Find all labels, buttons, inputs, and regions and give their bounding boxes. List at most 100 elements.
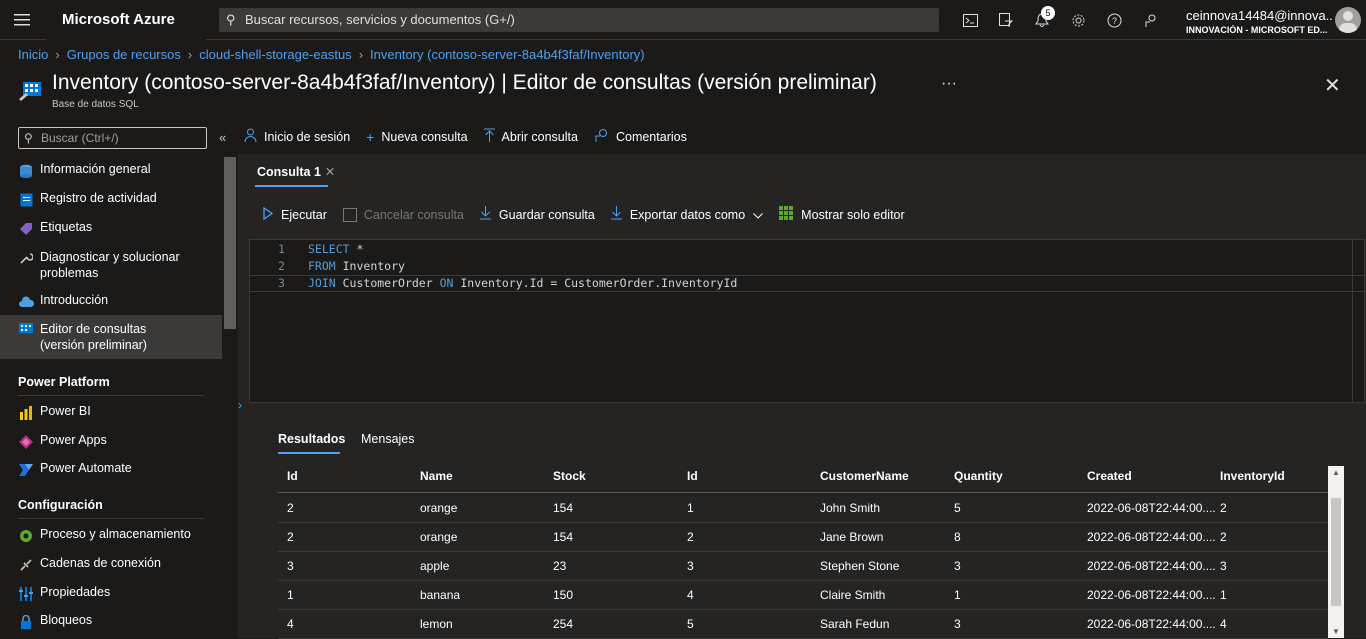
table-cell: 154 (553, 530, 574, 544)
scrollbar-thumb[interactable] (224, 157, 236, 329)
azure-brand[interactable]: Microsoft Azure (46, 0, 206, 40)
results-scrollbar[interactable]: ▲ ▼ (1328, 466, 1344, 638)
download-icon (479, 206, 491, 223)
plus-icon: + (366, 128, 375, 145)
sidebar-item-locks[interactable]: Bloqueos (0, 613, 222, 630)
column-header[interactable]: Id (687, 462, 698, 491)
new-query-button[interactable]: + Nueva consulta (366, 128, 467, 145)
breadcrumb-home[interactable]: Inicio (18, 47, 48, 62)
breadcrumb: Inicio › Grupos de recursos › cloud-shel… (18, 47, 645, 62)
open-query-button[interactable]: Abrir consulta (483, 128, 578, 145)
show-editor-only-button[interactable]: Mostrar solo editor (779, 206, 905, 223)
hamburger-menu-icon[interactable] (0, 0, 44, 40)
sidebar-item-diagnose[interactable]: Diagnosticar y solucionar problemas (0, 249, 222, 281)
table-cell: 3 (287, 559, 294, 573)
sidebar-item-label: Diagnosticar y solucionar problemas (40, 250, 180, 280)
table-cell: 1 (687, 501, 694, 515)
table-row[interactable]: 3 apple 23 3 Stephen Stone 3 2022-06-08T… (278, 552, 1328, 581)
sidebar-item-activity-log[interactable]: Registro de actividad (0, 191, 222, 208)
scroll-down-icon[interactable]: ▼ (1332, 627, 1340, 636)
sidebar-item-label: Propiedades (40, 585, 111, 599)
save-query-button[interactable]: Guardar consulta (479, 206, 595, 223)
table-row[interactable]: 1 banana 150 4 Claire Smith 1 2022-06-08… (278, 581, 1328, 610)
sidebar-item-power-bi[interactable]: Power BI (0, 404, 222, 421)
collapse-sidebar-icon[interactable]: « (219, 130, 226, 145)
expand-panel-icon[interactable]: › (238, 398, 242, 412)
column-header[interactable]: Created (1087, 462, 1132, 491)
table-header-row: Id Name Stock Id CustomerName Quantity C… (278, 462, 1328, 493)
section-power-platform: Power Platform (18, 375, 110, 389)
sidebar-search-input[interactable]: ⚲ Buscar (Ctrl+/) (18, 127, 207, 149)
sidebar-item-tags[interactable]: Etiquetas (0, 220, 222, 237)
column-header[interactable]: InventoryId (1220, 462, 1285, 491)
code-text: FROM Inventory (308, 259, 405, 273)
tab-results[interactable]: Resultados (278, 432, 345, 446)
sidebar-item-connection-strings[interactable]: Cadenas de conexión (0, 556, 222, 573)
column-header[interactable]: Quantity (954, 462, 1003, 491)
breadcrumb-database[interactable]: Inventory (contoso-server-8a4b4f3faf/Inv… (370, 47, 645, 62)
cloud-shell-icon[interactable] (952, 0, 988, 40)
directory-filter-icon[interactable] (988, 0, 1024, 40)
tab-messages[interactable]: Mensajes (361, 432, 415, 446)
table-row[interactable]: 4 lemon 254 5 Sarah Fedun 3 2022-06-08T2… (278, 610, 1328, 639)
avatar[interactable] (1335, 7, 1361, 33)
sidebar-item-overview[interactable]: Información general (0, 162, 222, 179)
sidebar-item-compute-storage[interactable]: Proceso y almacenamiento (0, 527, 222, 544)
table-cell: 150 (553, 588, 574, 602)
properties-icon (18, 586, 34, 602)
new-query-label: Nueva consulta (381, 129, 468, 144)
sidebar-item-getting-started[interactable]: Introducción (0, 293, 222, 310)
grid-icon (779, 206, 794, 223)
table-cell: John Smith (820, 501, 881, 515)
global-search-placeholder: Buscar recursos, servicios y documentos … (245, 12, 515, 27)
cancel-query-button[interactable]: Cancelar consulta (342, 206, 464, 223)
table-cell: 2022-06-08T22:44:00.... (1087, 559, 1216, 573)
sidebar-item-query-editor[interactable]: Editor de consultas (versión preliminar) (0, 315, 222, 359)
column-header[interactable]: Stock (553, 462, 586, 491)
compute-storage-icon (18, 528, 34, 544)
user-account[interactable]: ceinnova14484@innova... INNOVACIÓN - MIC… (1186, 8, 1332, 35)
notifications-bell-icon[interactable]: 5 (1024, 0, 1060, 40)
tab-query-1[interactable]: Consulta 1 ✕ (257, 164, 335, 179)
power-apps-icon (18, 434, 34, 450)
play-icon (263, 206, 274, 223)
global-search-input[interactable]: ⚲ Buscar recursos, servicios y documento… (219, 8, 939, 32)
breadcrumb-resource-group[interactable]: cloud-shell-storage-eastus (199, 47, 351, 62)
table-cell: 3 (1220, 559, 1227, 573)
help-icon[interactable]: ? (1096, 0, 1132, 40)
close-icon[interactable]: ✕ (1324, 73, 1341, 98)
sidebar-item-label: Etiquetas (40, 220, 93, 234)
more-options-button[interactable]: ··· (941, 75, 957, 93)
sidebar-item-label: Power Apps (40, 433, 107, 447)
sidebar-item-label: Información general (40, 162, 151, 176)
column-header[interactable]: CustomerName (820, 462, 909, 491)
settings-gear-icon[interactable] (1060, 0, 1096, 40)
sidebar-scrollbar[interactable] (222, 155, 238, 638)
login-button[interactable]: Inicio de sesión (244, 128, 350, 145)
table-cell: 2022-06-08T22:44:00.... (1087, 617, 1216, 631)
sidebar-item-label: Bloqueos (40, 613, 93, 627)
column-header[interactable]: Id (287, 462, 298, 491)
table-cell: 254 (553, 617, 574, 631)
scrollbar-thumb[interactable] (1331, 498, 1341, 606)
sidebar-item-power-apps[interactable]: Power Apps (0, 433, 222, 450)
run-button[interactable]: Ejecutar (263, 206, 327, 223)
top-bar: Microsoft Azure ⚲ Buscar recursos, servi… (0, 0, 1366, 40)
export-data-dropdown[interactable]: Exportar datos como (610, 206, 764, 223)
scroll-up-icon[interactable]: ▲ (1332, 468, 1340, 477)
feedback-icon[interactable] (1132, 0, 1168, 40)
page-title-rest: | Editor de consultas (versión prelimina… (495, 71, 877, 94)
feedback-button[interactable]: Comentarios (594, 128, 687, 145)
sql-code-editor[interactable]: 1 SELECT * 2 FROM Inventory 3 JOIN Custo… (249, 239, 1365, 403)
table-cell: apple (420, 559, 450, 573)
breadcrumb-resource-groups[interactable]: Grupos de recursos (67, 47, 181, 62)
active-tab-indicator (278, 452, 340, 454)
section-configuration: Configuración (18, 498, 103, 512)
table-row[interactable]: 2 orange 154 2 Jane Brown 8 2022-06-08T2… (278, 523, 1328, 552)
close-tab-icon[interactable]: ✕ (325, 165, 335, 179)
table-row[interactable]: 2 orange 154 1 John Smith 5 2022-06-08T2… (278, 494, 1328, 523)
column-header[interactable]: Name (420, 462, 453, 491)
table-cell: orange (420, 501, 458, 515)
sidebar-item-properties[interactable]: Propiedades (0, 585, 222, 602)
sidebar-item-power-automate[interactable]: Power Automate (0, 461, 222, 478)
